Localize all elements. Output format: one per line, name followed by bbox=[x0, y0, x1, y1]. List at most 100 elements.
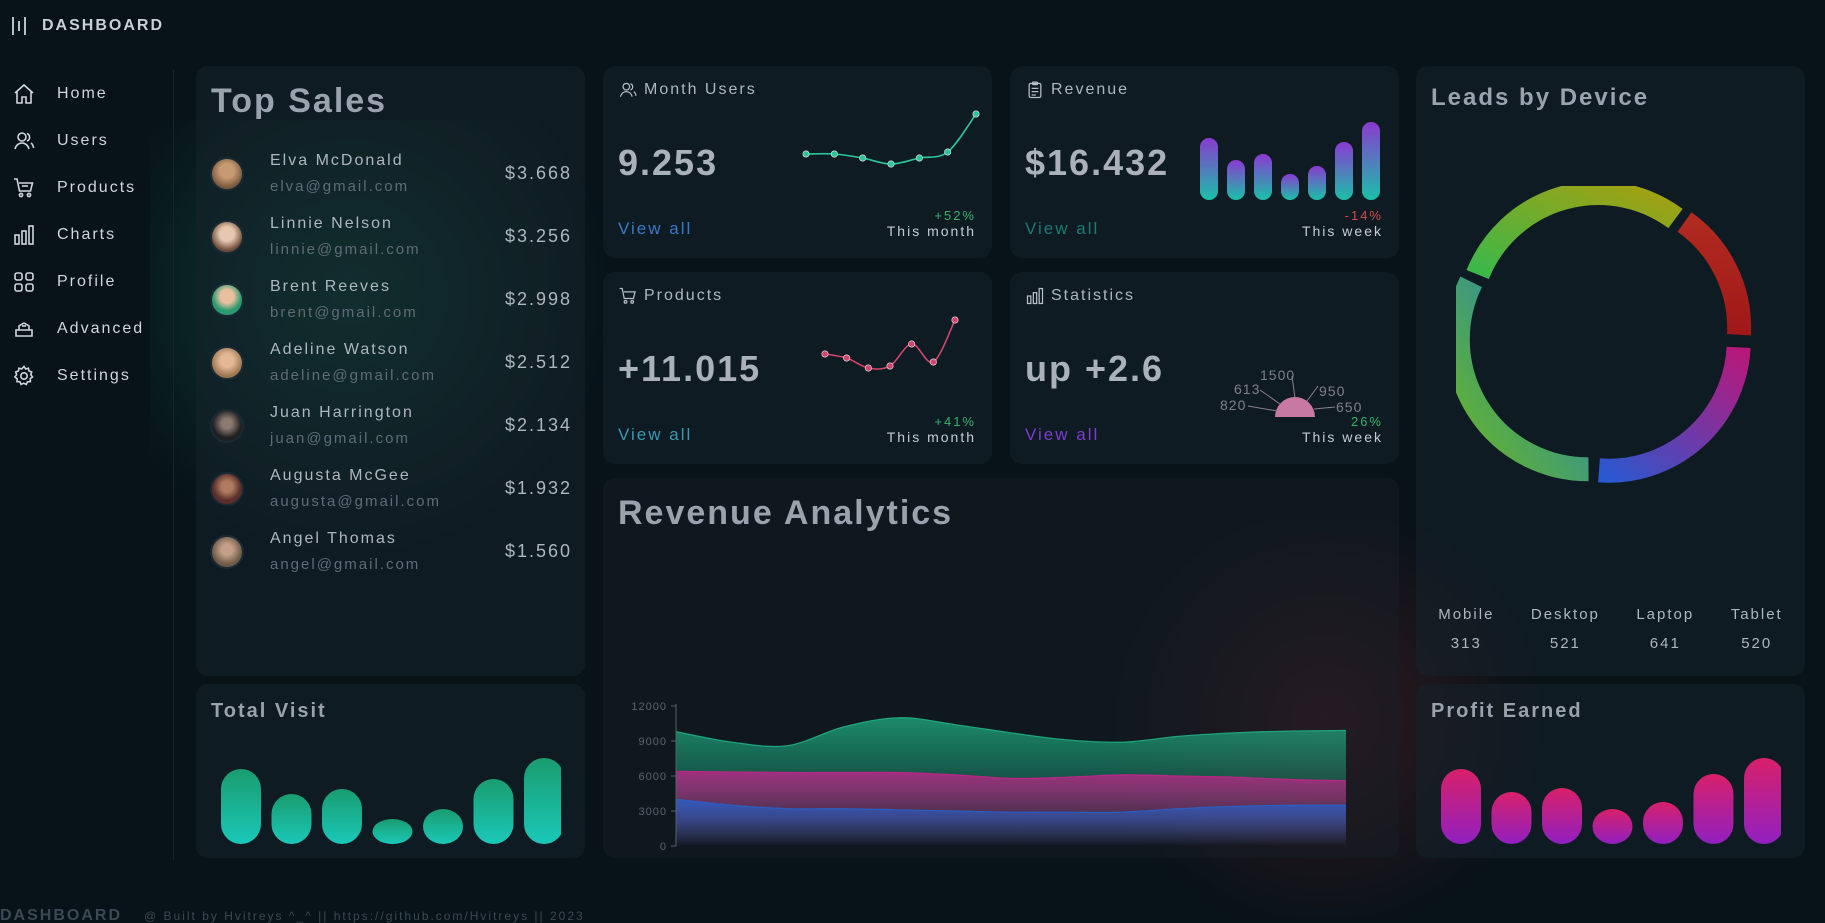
sidebar-item-settings[interactable]: Settings bbox=[0, 352, 173, 399]
home-icon bbox=[14, 83, 34, 104]
profit-bar bbox=[1693, 774, 1734, 844]
leads-by-device-card: Leads by Device Mobile 313 Desktop 521 L… bbox=[1416, 66, 1805, 676]
leads-donut-chart bbox=[1456, 186, 1752, 483]
month-users-card: Month Users 9.253 View all +52% This mon… bbox=[603, 66, 992, 258]
period-label: This month bbox=[886, 223, 976, 239]
lead-desktop: Desktop 521 bbox=[1531, 606, 1600, 652]
list-item[interactable]: Elva McDonald elva@gmail.com $3.668 bbox=[210, 142, 572, 205]
brand[interactable]: DASHBOARD bbox=[12, 14, 164, 38]
list-item[interactable]: Linnie Nelson linnie@gmail.com $3.256 bbox=[210, 205, 572, 268]
change-percent: +52% bbox=[934, 208, 976, 223]
statistics-gauge: 820 613 1500 950 650 bbox=[1220, 367, 1361, 417]
list-item[interactable]: Adeline Watson adeline@gmail.com $2.512 bbox=[210, 331, 572, 394]
avatar bbox=[210, 156, 244, 191]
revenue-analytics-title: Revenue Analytics bbox=[618, 494, 954, 532]
profit-earned-title: Profit Earned bbox=[1431, 700, 1583, 722]
sparkline-point bbox=[843, 354, 851, 362]
sidebar-item-products[interactable]: Products bbox=[0, 164, 173, 211]
view-all-link[interactable]: View all bbox=[1025, 425, 1099, 445]
sidebar-item-label: Settings bbox=[57, 366, 131, 384]
avatar bbox=[210, 219, 244, 254]
lead-value: 521 bbox=[1549, 635, 1581, 652]
profit-bar bbox=[1744, 758, 1781, 844]
avatar bbox=[210, 534, 244, 569]
sidebar-item-profile[interactable]: Profile bbox=[0, 258, 173, 305]
sale-email: angel@gmail.com bbox=[270, 556, 421, 573]
sidebar-item-charts[interactable]: Charts bbox=[0, 211, 173, 258]
brand-logo-icon bbox=[12, 17, 26, 35]
sidebar-item-users[interactable]: Users bbox=[0, 117, 173, 164]
card-title: Revenue bbox=[1051, 81, 1130, 98]
list-item[interactable]: Juan Harrington juan@gmail.com $2.134 bbox=[210, 394, 572, 457]
sparkline-point bbox=[951, 316, 959, 324]
products-card: Products +11.015 View all +41% This mont… bbox=[603, 272, 992, 464]
sparkline-point bbox=[908, 340, 916, 348]
users-icon bbox=[14, 131, 35, 149]
gauge-fill bbox=[1275, 397, 1315, 417]
card-value: up +2.6 bbox=[1025, 348, 1165, 389]
sparkline-point bbox=[944, 148, 952, 156]
sale-amount: $2.512 bbox=[504, 352, 572, 372]
gauge-label: 1500 bbox=[1260, 367, 1295, 383]
sidebar-item-home[interactable]: Home bbox=[0, 70, 173, 117]
sale-amount: $2.134 bbox=[504, 415, 572, 435]
lead-mobile: Mobile 313 bbox=[1438, 606, 1494, 652]
profit-bar bbox=[1441, 769, 1481, 844]
footer-credit[interactable]: @ Built by Hvitreys ^_^ || https://githu… bbox=[144, 909, 585, 923]
top-sales-title: Top Sales bbox=[211, 82, 388, 120]
sparkline-point bbox=[864, 364, 872, 372]
visit-bar bbox=[372, 819, 413, 844]
users-sparkline bbox=[802, 110, 980, 168]
revenue-bar bbox=[1362, 122, 1380, 200]
revenue-card: Revenue $16.432 View all -14% This week bbox=[1010, 66, 1399, 258]
sale-name: Augusta McGee bbox=[270, 467, 411, 484]
lead-label: Mobile bbox=[1438, 606, 1495, 623]
total-visit-title: Total Visit bbox=[211, 700, 327, 722]
sale-email: linnie@gmail.com bbox=[270, 241, 421, 258]
lead-tablet: Tablet 520 bbox=[1731, 606, 1783, 652]
period-label: This month bbox=[886, 429, 976, 445]
sparkline-point bbox=[929, 358, 937, 366]
sale-amount: $1.932 bbox=[504, 478, 572, 498]
list-item[interactable]: Augusta McGee augusta@gmail.com $1.932 bbox=[210, 457, 572, 520]
visit-bar bbox=[423, 809, 463, 844]
period-label: This week bbox=[1301, 429, 1383, 445]
change-percent: -14% bbox=[1344, 208, 1383, 223]
sparkline-point bbox=[972, 110, 980, 118]
sparkline-point bbox=[802, 150, 810, 158]
bar-chart-icon bbox=[1026, 287, 1044, 305]
y-tick-label: 3000 bbox=[639, 806, 667, 818]
sidebar-item-label: Advanced bbox=[57, 319, 145, 337]
y-tick-label: 12000 bbox=[631, 701, 667, 713]
view-all-link[interactable]: View all bbox=[618, 425, 692, 445]
clipboard-icon bbox=[1028, 81, 1042, 99]
statistics-card: Statistics up +2.6 View all 26% This wee… bbox=[1010, 272, 1399, 464]
visit-bar bbox=[322, 789, 362, 844]
sale-name: Linnie Nelson bbox=[270, 215, 393, 232]
grid-icon bbox=[14, 271, 34, 292]
list-item[interactable]: Angel Thomas angel@gmail.com $1.560 bbox=[210, 520, 572, 583]
revenue-bar bbox=[1281, 174, 1299, 200]
leads-title: Leads by Device bbox=[1431, 84, 1650, 111]
footer-brand: DASHBOARD bbox=[0, 906, 122, 923]
view-all-link[interactable]: View all bbox=[618, 219, 692, 239]
lead-label: Desktop bbox=[1530, 606, 1600, 623]
view-all-link[interactable]: View all bbox=[1025, 219, 1099, 239]
lead-value: 641 bbox=[1649, 635, 1681, 652]
sidebar-item-advanced[interactable]: Advanced bbox=[0, 305, 173, 352]
sale-email: juan@gmail.com bbox=[270, 430, 410, 447]
profit-bar bbox=[1643, 802, 1683, 844]
sale-name: Brent Reeves bbox=[270, 278, 391, 295]
cart-icon bbox=[619, 287, 636, 304]
avatar bbox=[210, 282, 244, 317]
revenue-bar-chart bbox=[1200, 122, 1380, 200]
card-value: +11.015 bbox=[618, 348, 762, 389]
sale-email: elva@gmail.com bbox=[270, 178, 410, 195]
sidebar-item-label: Charts bbox=[57, 225, 117, 243]
layers-icon bbox=[15, 321, 33, 337]
sidebar: Home Users Products Charts Profile Advan… bbox=[0, 70, 174, 860]
sparkline-line bbox=[805, 113, 977, 165]
list-item[interactable]: Brent Reeves brent@gmail.com $2.998 bbox=[210, 268, 572, 331]
avatar bbox=[210, 471, 244, 506]
revenue-area-chart: 0 3000 6000 9000 12000 bbox=[631, 701, 1347, 853]
